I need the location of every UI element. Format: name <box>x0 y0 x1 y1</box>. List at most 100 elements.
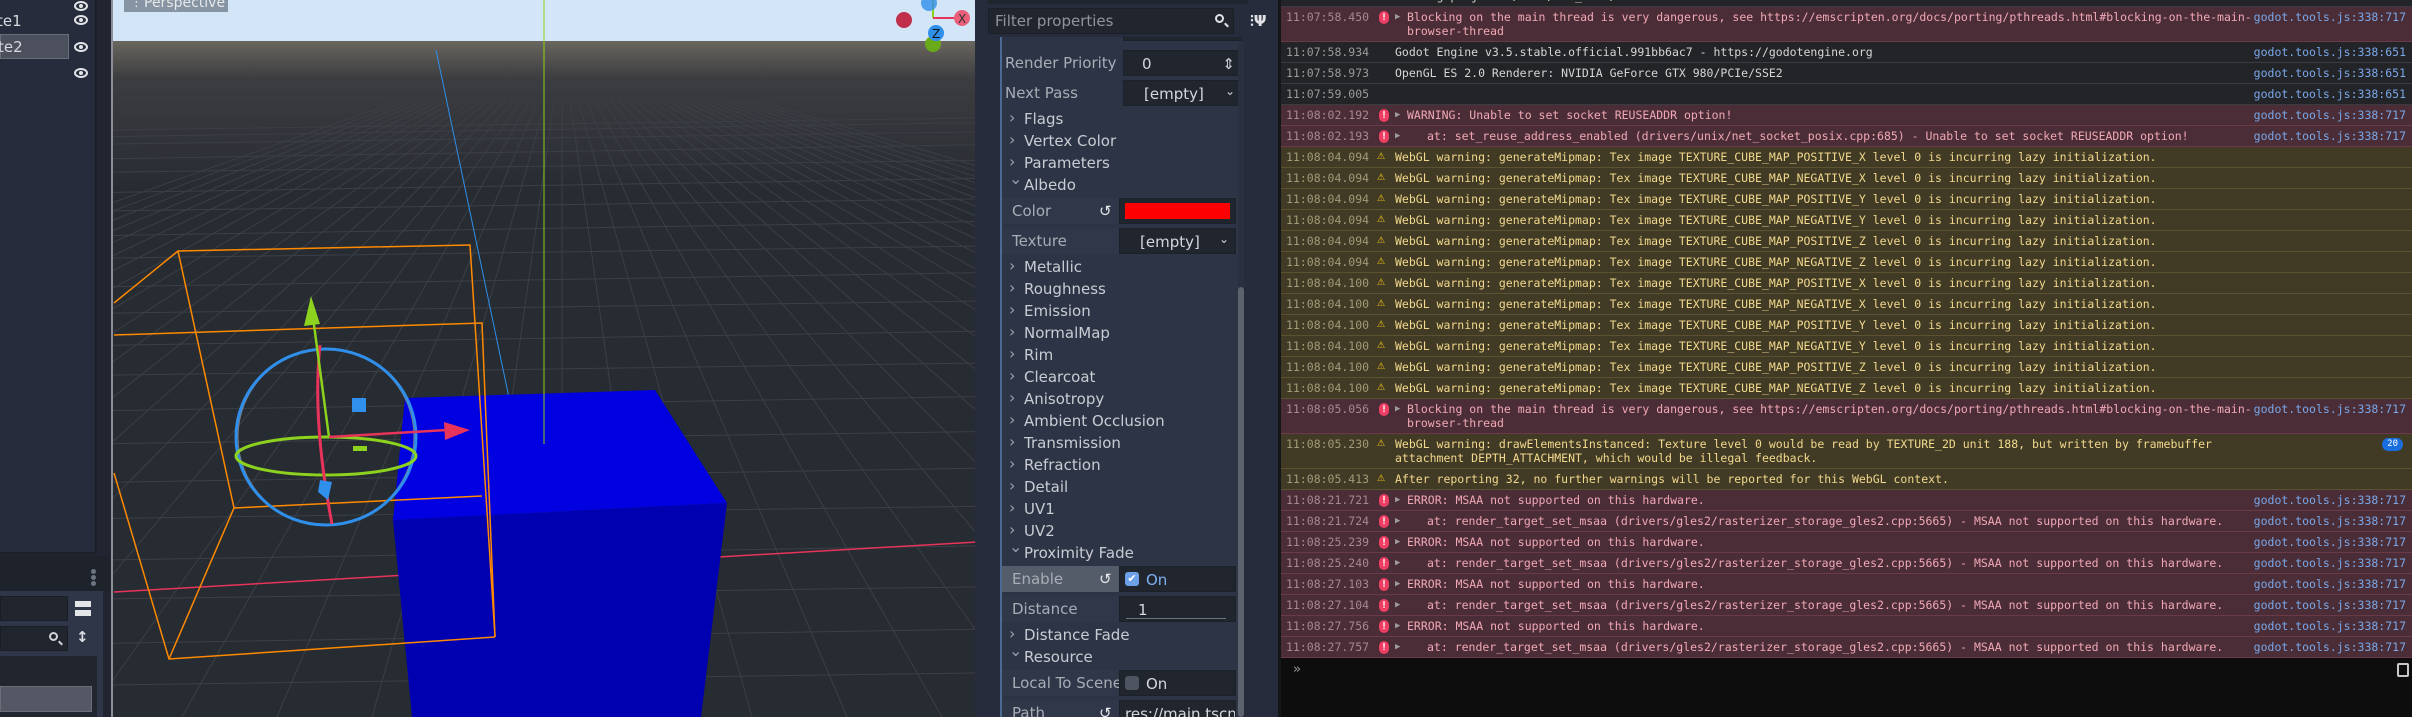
plane-handle-xz[interactable] <box>353 446 367 451</box>
value-slider[interactable] <box>1126 618 1226 619</box>
rotate-y-ring[interactable] <box>234 435 418 477</box>
section-refraction[interactable]: Refraction <box>1002 453 1242 476</box>
property-row[interactable] <box>1002 37 1242 41</box>
source-link[interactable]: godot.tools.js:338:717 <box>2254 640 2406 654</box>
section-parameters[interactable]: Parameters <box>1002 151 1242 174</box>
section-albedo[interactable]: Albedo <box>1002 168 1242 196</box>
expand-triangle-icon[interactable]: ▶ <box>1395 402 1400 416</box>
section-proximity-fade[interactable]: Proximity Fade <box>1002 536 1242 564</box>
sidebar-toggle-icon[interactable] <box>2397 663 2409 677</box>
section-detail[interactable]: Detail <box>1002 475 1242 498</box>
checkbox[interactable]: ✔ <box>1125 572 1139 586</box>
3d-viewport[interactable]: Z X Perspective <box>111 0 975 717</box>
source-link[interactable]: godot.tools.js:338:651 <box>2254 87 2406 101</box>
section-vertex-color[interactable]: Vertex Color <box>1002 129 1242 152</box>
plane-handle-xy[interactable] <box>352 398 366 412</box>
console-input[interactable]: » <box>1281 658 2412 717</box>
checkbox[interactable] <box>1125 676 1139 690</box>
grid-line <box>113 99 451 272</box>
expand-triangle-icon[interactable]: ▶ <box>1395 493 1400 507</box>
property-value[interactable] <box>1123 37 1242 41</box>
section-clearcoat[interactable]: Clearcoat <box>1002 365 1242 388</box>
expand-triangle-icon[interactable]: ▶ <box>1395 556 1400 570</box>
source-link[interactable]: godot.tools.js:338:717 <box>2254 556 2406 570</box>
section-roughness[interactable]: Roughness <box>1002 277 1242 300</box>
section-distance-fade[interactable]: Distance Fade <box>1002 623 1242 646</box>
path-input[interactable] <box>0 596 68 621</box>
source-link[interactable]: godot.tools.js:338:717 <box>2254 598 2406 612</box>
section-ambient-occlusion[interactable]: Ambient Occlusion <box>1002 409 1242 432</box>
checkbox-field[interactable]: On <box>1119 670 1236 696</box>
move-y-arrow-head[interactable] <box>304 296 320 326</box>
perspective-menu-button[interactable]: Perspective <box>124 0 228 12</box>
expand-triangle-icon[interactable]: ▶ <box>1395 129 1400 143</box>
section-metallic[interactable]: Metallic <box>1002 255 1242 278</box>
move-z-arrow-head[interactable] <box>318 480 332 500</box>
split-view-icon[interactable] <box>75 601 91 619</box>
source-link[interactable]: godot.tools.js:338:717 <box>2254 493 2406 507</box>
source-link[interactable]: godot.tools.js:338:651 <box>2254 45 2406 59</box>
source-link[interactable]: godot.tools.js:338:717 <box>2254 577 2406 591</box>
color-swatch[interactable] <box>1125 203 1230 219</box>
slider-field[interactable]: 1 <box>1119 596 1236 622</box>
inspector-tools-icon[interactable]: ⫶Ψ <box>1250 12 1267 30</box>
section-resource[interactable]: Resource <box>1002 640 1242 668</box>
section-uv1[interactable]: UV1 <box>1002 497 1242 520</box>
property-label: Distance <box>1012 600 1078 618</box>
revert-icon[interactable]: ↺ <box>1099 566 1112 592</box>
expand-triangle-icon[interactable]: ▶ <box>1395 514 1400 528</box>
revert-icon[interactable]: ↺ <box>1099 700 1112 717</box>
menu-dots-icon[interactable] <box>91 569 97 587</box>
spin-field[interactable]: 0 ⇕ <box>1123 50 1242 76</box>
expand-triangle-icon[interactable]: ▶ <box>1395 577 1400 591</box>
color-field[interactable] <box>1119 198 1236 224</box>
source-link[interactable]: godot.tools.js:338:717 <box>2254 108 2406 122</box>
revert-icon[interactable]: ↺ <box>1099 198 1112 224</box>
expand-triangle-icon[interactable]: ▶ <box>1395 108 1400 122</box>
section-normalmap[interactable]: NormalMap <box>1002 321 1242 344</box>
expand-triangle-icon[interactable]: ▶ <box>1395 640 1400 654</box>
text-field[interactable]: res://main.tscn: <box>1119 700 1236 717</box>
tree-item-selected[interactable]: te2 <box>0 34 69 59</box>
tree-item[interactable]: te1 <box>0 9 96 34</box>
section-emission[interactable]: Emission <box>1002 299 1242 322</box>
inspector-scrollbar[interactable] <box>1238 42 1244 717</box>
visibility-eye-icon[interactable] <box>74 68 88 78</box>
section-anisotropy[interactable]: Anisotropy <box>1002 387 1242 410</box>
visibility-eye-icon[interactable] <box>74 42 88 52</box>
inspector-top-strip <box>988 0 1248 4</box>
visibility-eye-icon[interactable] <box>74 15 88 25</box>
timestamp: 11:08:27.756 <box>1286 619 1370 633</box>
console-message-error: 11:08:02.193! ▶ at: set_reuse_address_enab… <box>1281 126 2412 147</box>
file-search-input[interactable] <box>0 626 68 651</box>
dropdown-field[interactable]: [empty] ⌄ <box>1119 228 1236 254</box>
section-flags[interactable]: Flags <box>1002 107 1242 130</box>
expand-triangle-icon[interactable]: ▶ <box>1395 535 1400 549</box>
expand-triangle-icon[interactable]: ▶ <box>1395 598 1400 612</box>
source-link[interactable]: godot.tools.js:338:717 <box>2254 10 2406 24</box>
gizmo-neg-x[interactable] <box>896 12 912 28</box>
grid-line <box>729 99 975 184</box>
error-icon: ! <box>1379 641 1389 654</box>
source-link[interactable]: godot.tools.js:338:651 <box>2254 66 2406 80</box>
source-link[interactable]: godot.tools.js:338:717 <box>2254 402 2406 416</box>
scrollbar-thumb[interactable] <box>1238 287 1244 717</box>
source-link[interactable]: godot.tools.js:338:717 <box>2254 514 2406 528</box>
expand-triangle-icon[interactable]: ▶ <box>1395 10 1400 24</box>
filter-properties-input[interactable]: Filter properties <box>988 8 1234 34</box>
source-link[interactable]: godot.tools.js:338:717 <box>2254 619 2406 633</box>
warning-icon: ⚠ <box>1377 337 1385 352</box>
spinner-arrows-icon[interactable]: ⇕ <box>1222 51 1235 77</box>
timestamp: 11:08:27.757 <box>1286 640 1370 654</box>
section-transmission[interactable]: Transmission <box>1002 431 1242 454</box>
checkbox-field[interactable]: ✔ On <box>1119 566 1236 592</box>
section-rim[interactable]: Rim <box>1002 343 1242 366</box>
sort-icon[interactable]: ↕ <box>76 628 89 646</box>
source-link[interactable]: godot.tools.js:338:717 <box>2254 129 2406 143</box>
console-message-warning: 11:08:05.230 ⚠ WebGL warning: drawElements… <box>1281 434 2412 469</box>
file-item-selected[interactable] <box>0 686 92 712</box>
source-link[interactable]: godot.tools.js:338:717 <box>2254 535 2406 549</box>
expand-triangle-icon[interactable]: ▶ <box>1395 619 1400 633</box>
section-uv2[interactable]: UV2 <box>1002 519 1242 542</box>
dropdown-field[interactable]: [empty] ⌄ <box>1123 80 1242 106</box>
